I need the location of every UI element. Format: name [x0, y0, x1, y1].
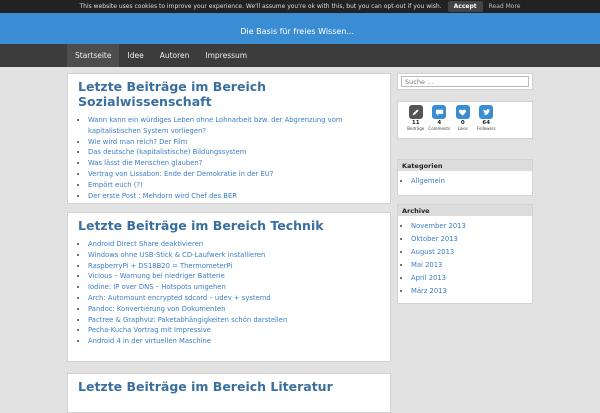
archive-link[interactable]: Mai 2013 [411, 259, 532, 272]
post-link[interactable]: RaspberryPi + DS18B20 = ThermometerPi [88, 261, 390, 272]
post-link[interactable]: Vertrag von Lissabon: Ende der Demokrati… [88, 169, 390, 180]
nav-item-idee[interactable]: Idee [119, 44, 151, 67]
archive-link[interactable]: März 2013 [411, 285, 532, 298]
stat-label: Followers [476, 126, 496, 131]
section-technik: Letzte Beiträge im Bereich Technik Andro… [67, 212, 391, 362]
stat-likes[interactable]: 0 Likes [451, 103, 475, 131]
archive-link[interactable]: April 2013 [411, 272, 532, 285]
site-header: Die Basis für freies Wissen... [0, 13, 600, 44]
post-link[interactable]: Wann kann ein würdiges Leben ohne Lohnar… [88, 115, 390, 137]
stat-label: Comments [428, 126, 451, 131]
post-link[interactable]: Pactree & Graphviz: Paketabhängigkeiten … [88, 315, 390, 326]
search-input[interactable] [401, 76, 529, 87]
cookie-text: This website uses cookies to improve you… [79, 3, 442, 10]
post-link[interactable]: Empört euch (?) [88, 180, 390, 191]
stat-posts[interactable]: 11 Beiträge [404, 103, 428, 131]
cookie-bar: This website uses cookies to improve you… [0, 0, 600, 13]
category-link[interactable]: Allgemein [411, 175, 532, 188]
archive-widget: Archive November 2013 Oktober 2013 Augus… [397, 204, 533, 304]
nav-item-autoren[interactable]: Autoren [152, 44, 198, 67]
accept-button[interactable]: Accept [447, 1, 483, 12]
post-link[interactable]: Was lässt die Menschen glauben? [88, 158, 390, 169]
section-title: Letzte Beiträge im Bereich Sozialwissens… [78, 79, 267, 109]
nav-item-startseite[interactable]: Startseite [67, 44, 120, 67]
archive-link[interactable]: November 2013 [411, 220, 532, 233]
post-link[interactable]: Der erste Post : Mehdorn wird Chef des B… [88, 191, 390, 202]
read-more-link[interactable]: Read More [489, 3, 521, 10]
section-title: Letzte Beiträge im Bereich Literatur [78, 379, 333, 394]
section-sozialwissenschaft: Letzte Beiträge im Bereich Sozialwissens… [67, 73, 391, 204]
post-link[interactable]: Das deutsche (kapitalistische) Bildungss… [88, 147, 390, 158]
nav-item-impressum[interactable]: Impressum [197, 44, 255, 67]
post-link[interactable]: Iodine: IP over DNS – Hotspots umgehen [88, 282, 390, 293]
post-link[interactable]: Pecha-Kucha Vortrag mit Impressive [88, 325, 390, 336]
likes-icon [455, 105, 470, 119]
site-tagline: Die Basis für freies Wissen... [240, 27, 354, 36]
widget-title: Archive [398, 205, 532, 216]
search-widget [397, 73, 533, 90]
section-title: Letzte Beiträge im Bereich Technik [78, 218, 324, 233]
stats-widget: 11 Beiträge 4 Comments 0 Likes 64 Follow… [397, 101, 533, 139]
post-link[interactable]: Android Direct Share deaktivieren [88, 239, 390, 250]
comments-icon [432, 105, 447, 119]
stat-followers[interactable]: 64 Followers [475, 103, 499, 131]
post-link[interactable]: Android 4 in der virtuellen Maschine [88, 336, 390, 347]
stat-label: Likes [457, 126, 468, 131]
post-link[interactable]: Windows ohne USB-Stick & CD-Laufwerk ins… [88, 250, 390, 261]
main-nav: Startseite Idee Autoren Impressum [0, 44, 600, 67]
stat-comments[interactable]: 4 Comments [428, 103, 452, 131]
post-link[interactable]: Wie wird man reich? Der Film [88, 137, 390, 148]
widget-title: Kategorien [398, 160, 532, 171]
post-link[interactable]: Vicious – Warnung bei niedriger Batterie [88, 271, 390, 282]
post-link[interactable]: Pandoc: Konvertierung von Dokumenten [88, 304, 390, 315]
archive-link[interactable]: Oktober 2013 [411, 233, 532, 246]
post-link[interactable]: Arch: Automount encrypted sdcard – udev … [88, 293, 390, 304]
twitter-icon [479, 105, 494, 119]
categories-widget: Kategorien Allgemein [397, 159, 533, 196]
section-literatur: Letzte Beiträge im Bereich Literatur [67, 373, 391, 413]
archive-link[interactable]: August 2013 [411, 246, 532, 259]
pencil-icon [408, 105, 423, 119]
stat-label: Beiträge [407, 126, 425, 131]
